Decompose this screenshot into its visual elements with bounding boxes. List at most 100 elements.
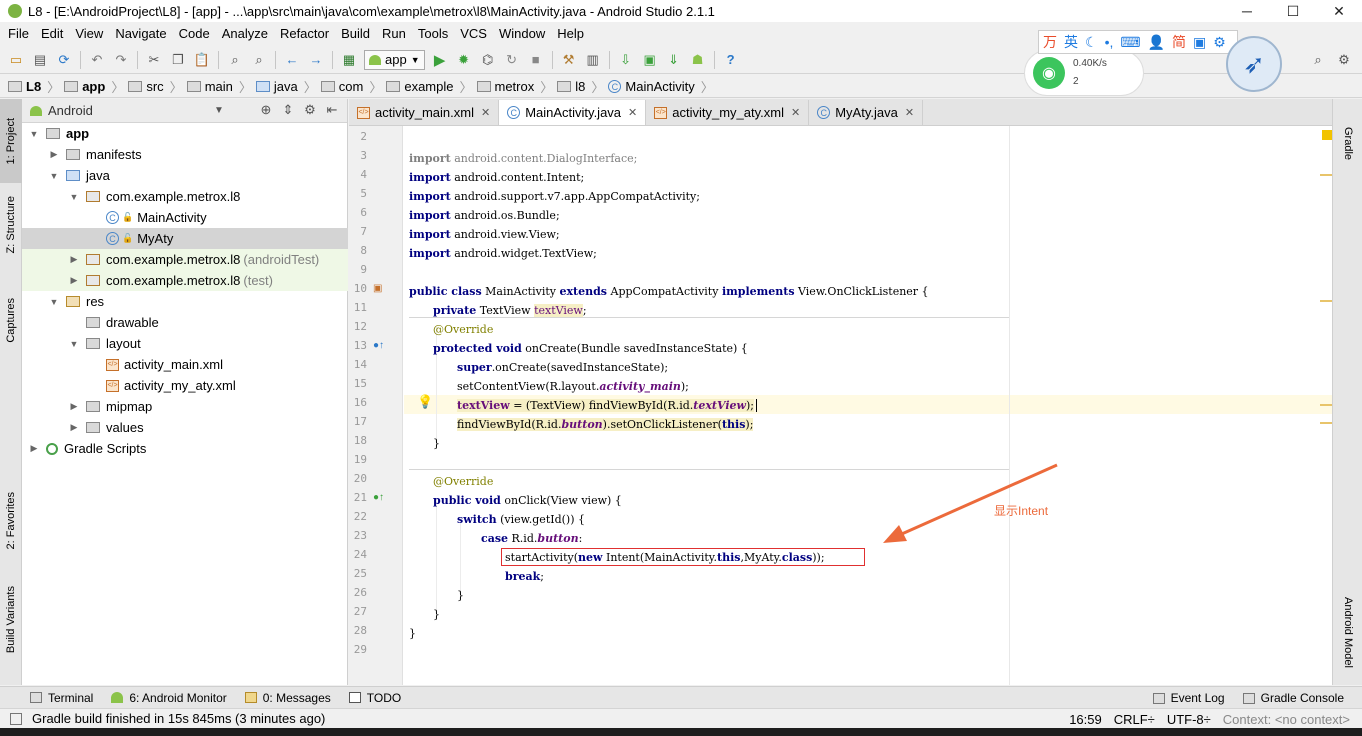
- moon-icon[interactable]: ☾: [1085, 34, 1098, 51]
- apply-changes-icon[interactable]: ↻: [503, 51, 521, 69]
- save-icon[interactable]: ▤: [31, 51, 49, 69]
- menu-edit[interactable]: Edit: [35, 26, 69, 41]
- open-icon[interactable]: ▭: [7, 51, 25, 69]
- expanded-arrow-icon[interactable]: ▼: [28, 129, 40, 139]
- sync-gradle-icon[interactable]: ⇩: [617, 51, 635, 69]
- breadcrumb-item[interactable]: metrox 〉: [476, 77, 553, 96]
- android-device-icon[interactable]: ☗: [689, 51, 707, 69]
- gear-icon[interactable]: ⚙: [301, 102, 319, 118]
- close-icon[interactable]: ✕: [481, 106, 490, 119]
- line-separator[interactable]: CRLF÷: [1114, 712, 1155, 727]
- bird-logo-icon[interactable]: ➶: [1226, 36, 1282, 92]
- tree-item[interactable]: ▼ java: [22, 165, 348, 186]
- tab-mainactivity-java[interactable]: C MainActivity.java ✕: [499, 100, 647, 125]
- sdk-manager-icon[interactable]: ⇓: [665, 51, 683, 69]
- breadcrumb-item[interactable]: java 〉: [255, 77, 317, 96]
- tab-gradle-console[interactable]: Gradle Console: [1242, 691, 1344, 705]
- collapsed-arrow-icon[interactable]: ▶: [68, 422, 80, 433]
- sync-icon[interactable]: ⟳: [55, 51, 73, 69]
- tab-activity-main-xml[interactable]: </> activity_main.xml ✕: [349, 100, 500, 125]
- tree-item[interactable]: ▼ com.example.metrox.l8: [22, 186, 348, 207]
- punctuation-icon[interactable]: •,: [1105, 34, 1114, 50]
- cut-icon[interactable]: ✂: [145, 51, 163, 69]
- project-view-select[interactable]: Android: [48, 103, 93, 118]
- tab-build-variants[interactable]: Build Variants: [0, 577, 22, 663]
- tree-item[interactable]: ▶ mipmap: [22, 396, 348, 417]
- menu-navigate[interactable]: Navigate: [109, 26, 172, 41]
- run-icon[interactable]: ▶: [431, 51, 449, 69]
- override-gutter-icon[interactable]: ●↑: [373, 340, 384, 351]
- close-icon[interactable]: ✕: [628, 106, 637, 119]
- network-widget[interactable]: ◉ 0.40K/s 2: [1024, 50, 1144, 96]
- tab-todo[interactable]: TODO: [348, 691, 401, 705]
- collapsed-arrow-icon[interactable]: ▶: [68, 401, 80, 412]
- tree-item[interactable]: ▶ values: [22, 417, 348, 438]
- menu-window[interactable]: Window: [493, 26, 551, 41]
- caret-position[interactable]: 16:59: [1069, 712, 1102, 727]
- tab-event-log[interactable]: Event Log: [1152, 691, 1225, 705]
- tree-item[interactable]: C 🔓 MyAty: [22, 228, 348, 249]
- breadcrumb-item[interactable]: com 〉: [320, 77, 382, 96]
- breadcrumb-item[interactable]: main 〉: [186, 77, 252, 96]
- menu-file[interactable]: File: [2, 26, 35, 41]
- tree-item[interactable]: </> activity_main.xml: [22, 354, 348, 375]
- tree-item[interactable]: ▶ Gradle Scripts: [22, 438, 348, 459]
- menu-tools[interactable]: Tools: [412, 26, 454, 41]
- undo-icon[interactable]: ↶: [88, 51, 106, 69]
- menu-analyze[interactable]: Analyze: [216, 26, 274, 41]
- avd-icon[interactable]: ▣: [641, 51, 659, 69]
- layout-gutter-icon[interactable]: ▣: [373, 283, 382, 294]
- tree-item[interactable]: ▶ com.example.metrox.l8 (test): [22, 270, 348, 291]
- tree-item[interactable]: C 🔓 MainActivity: [22, 207, 348, 228]
- stop-icon[interactable]: ■: [527, 51, 545, 69]
- menu-vcs[interactable]: VCS: [454, 26, 493, 41]
- tree-item[interactable]: ▼ app: [22, 123, 348, 144]
- ime-logo-icon[interactable]: 万: [1043, 32, 1057, 52]
- tree-item[interactable]: drawable: [22, 312, 348, 333]
- tab-terminal[interactable]: Terminal: [30, 691, 93, 705]
- close-button[interactable]: ✕: [1316, 0, 1362, 22]
- tree-item[interactable]: </> activity_my_aty.xml: [22, 375, 348, 396]
- tab-structure[interactable]: Z: Structure: [0, 189, 22, 261]
- redo-icon[interactable]: ↷: [112, 51, 130, 69]
- tree-item[interactable]: ▼ layout: [22, 333, 348, 354]
- menu-code[interactable]: Code: [173, 26, 216, 41]
- tab-favorites[interactable]: 2: Favorites: [0, 479, 22, 563]
- search-icon[interactable]: ⌕: [1309, 51, 1327, 69]
- sdk-icon[interactable]: ▥: [584, 51, 602, 69]
- ime-settings-icon[interactable]: ⚙: [1213, 34, 1226, 51]
- breadcrumb-item[interactable]: C MainActivity 〉: [608, 77, 714, 96]
- collapse-all-icon[interactable]: ⇕: [279, 102, 297, 118]
- run-config-select[interactable]: app ▼: [364, 49, 425, 70]
- file-encoding[interactable]: UTF-8÷: [1167, 712, 1211, 727]
- breadcrumb-item[interactable]: src 〉: [128, 77, 183, 96]
- skin-icon[interactable]: ▣: [1193, 34, 1206, 51]
- implement-gutter-icon[interactable]: ●↑: [373, 492, 384, 503]
- chevron-down-icon[interactable]: ▼: [214, 105, 224, 116]
- breadcrumb-item[interactable]: L8 〉: [8, 77, 60, 96]
- code-editor[interactable]: 2 3 4 5 6 7 8 9 10 11 12 13 14 15 16 17 18 19 20 21 22 23 24 25…: [349, 126, 1332, 685]
- menu-view[interactable]: View: [69, 26, 109, 41]
- maximize-button[interactable]: ☐: [1270, 0, 1316, 22]
- back-icon[interactable]: ←: [283, 51, 301, 69]
- menu-refactor[interactable]: Refactor: [274, 26, 335, 41]
- ime-language-toggle[interactable]: 英: [1064, 32, 1078, 52]
- paste-icon[interactable]: 📋: [193, 51, 211, 69]
- user-icon[interactable]: 👤: [1148, 34, 1165, 51]
- replace-icon[interactable]: ⌕: [250, 51, 268, 69]
- simplified-toggle[interactable]: 简: [1172, 32, 1186, 52]
- forward-icon[interactable]: →: [307, 51, 325, 69]
- settings-icon[interactable]: ⚙: [1335, 51, 1353, 69]
- menu-help[interactable]: Help: [551, 26, 590, 41]
- lightbulb-icon[interactable]: 💡: [417, 394, 433, 410]
- close-icon[interactable]: ✕: [905, 106, 914, 119]
- menu-build[interactable]: Build: [335, 26, 376, 41]
- project-structure-icon[interactable]: ⚒: [560, 51, 578, 69]
- find-icon[interactable]: ⌕: [226, 51, 244, 69]
- collapsed-arrow-icon[interactable]: ▶: [68, 254, 80, 265]
- tab-captures[interactable]: Captures: [0, 285, 22, 355]
- tab-android-model[interactable]: Android Model: [1337, 587, 1359, 677]
- tab-android-monitor[interactable]: 6: Android Monitor: [111, 691, 227, 705]
- close-icon[interactable]: ✕: [791, 106, 800, 119]
- scroll-from-source-icon[interactable]: ⊕: [257, 102, 275, 118]
